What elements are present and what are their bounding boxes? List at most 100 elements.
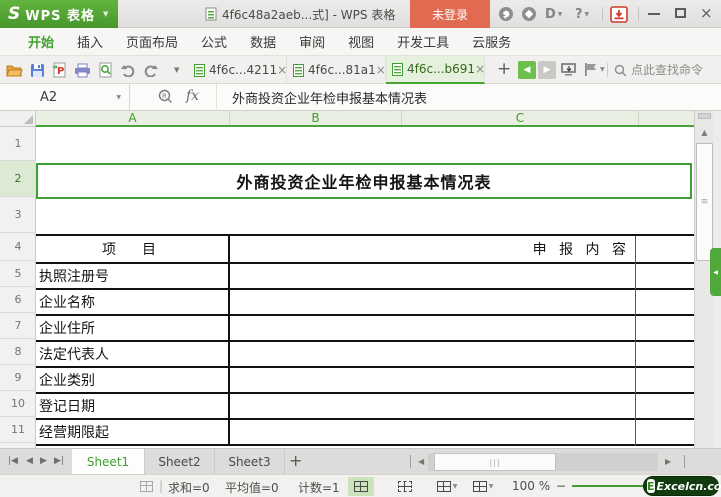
cell-content-header[interactable]: 申 报 内 容: [230, 236, 694, 262]
cell-value[interactable]: [230, 342, 694, 366]
zoom-out-button[interactable]: −: [556, 479, 566, 493]
export-pdf-icon[interactable]: P: [52, 62, 67, 78]
split-handle[interactable]: [698, 113, 711, 119]
cell-value[interactable]: [230, 368, 694, 392]
tab-home[interactable]: 开始: [28, 32, 54, 51]
flag-menu-icon[interactable]: ▼: [584, 62, 605, 77]
row-header-11[interactable]: 11: [0, 417, 36, 443]
cell-label[interactable]: 法定代表人: [36, 342, 230, 366]
close-icon[interactable]: ×: [277, 63, 287, 77]
last-sheet-icon[interactable]: ▶|: [54, 456, 64, 466]
magnifier-icon[interactable]: R: [158, 89, 173, 108]
cell-label[interactable]: 企业名称: [36, 290, 230, 314]
cell-label[interactable]: 企业住所: [36, 316, 230, 340]
print-icon[interactable]: [74, 63, 91, 78]
cell-value[interactable]: [230, 394, 694, 418]
close-icon[interactable]: ×: [475, 62, 485, 76]
column-header-c[interactable]: C: [402, 111, 639, 125]
document-tab-3-active[interactable]: 4f6c...b691 ×: [386, 56, 485, 84]
document-tab-2[interactable]: 4f6c...81a1 ×: [287, 56, 386, 84]
fullscreen-view-button[interactable]: ▼: [466, 477, 500, 496]
minimize-button[interactable]: [648, 13, 660, 15]
tab-page-layout[interactable]: 页面布局: [126, 32, 178, 51]
command-search[interactable]: [614, 60, 716, 80]
chevron-down-icon[interactable]: ▼: [116, 94, 121, 101]
chevron-down-icon[interactable]: ▼: [103, 10, 108, 18]
tab-data[interactable]: 数据: [250, 32, 276, 51]
horizontal-scroll-thumb[interactable]: |||: [434, 453, 556, 471]
tab-insert[interactable]: 插入: [77, 32, 103, 51]
document-tab-1[interactable]: 4f6c...4211 ×: [188, 56, 287, 84]
tab-cloud[interactable]: 云服务: [472, 32, 511, 51]
maximize-button[interactable]: [675, 8, 686, 18]
cell-value[interactable]: [230, 316, 694, 340]
toolbar-customize-chevron-icon[interactable]: ▼: [174, 66, 179, 74]
scroll-up-icon[interactable]: ▲: [695, 123, 714, 141]
prev-sheet-icon[interactable]: ◀: [26, 456, 33, 466]
download-update-icon[interactable]: [610, 5, 628, 23]
row-header-1[interactable]: 1: [0, 127, 36, 161]
row-header-6[interactable]: 6: [0, 287, 36, 313]
cell-label[interactable]: 企业类别: [36, 368, 230, 392]
column-header-a[interactable]: A: [36, 111, 230, 125]
tab-review[interactable]: 审阅: [299, 32, 325, 51]
search-input[interactable]: [631, 63, 715, 77]
zoom-slider[interactable]: [572, 485, 650, 487]
settings-icon[interactable]: [521, 6, 537, 22]
cell-label[interactable]: 经营期限起: [36, 420, 230, 444]
scroll-left-icon[interactable]: ◀: [418, 457, 424, 466]
row-header-10[interactable]: 10: [0, 391, 36, 417]
cell-item-header[interactable]: 项 目: [36, 236, 230, 262]
select-all-corner[interactable]: [0, 111, 36, 127]
cell-value[interactable]: [230, 420, 694, 444]
skin-menu-icon[interactable]: D ▼: [545, 6, 562, 22]
share-play-icon[interactable]: [560, 62, 577, 81]
print-preview-icon[interactable]: [98, 62, 113, 78]
formula-input[interactable]: 外商投资企业年检申报基本情况表: [216, 84, 721, 110]
page-layout-view-button[interactable]: ▼: [430, 477, 464, 496]
cell-value[interactable]: [230, 290, 694, 314]
selected-cell-a2[interactable]: 外商投资企业年检申报基本情况表: [36, 163, 692, 199]
open-file-icon[interactable]: [6, 63, 23, 77]
tab-scroll-right-button[interactable]: ▶: [538, 61, 556, 79]
help-menu-icon[interactable]: ? ▼: [575, 6, 589, 22]
page-break-view-button[interactable]: [392, 477, 418, 496]
task-pane-toggle[interactable]: ◀: [710, 248, 721, 296]
cell-label[interactable]: 登记日期: [36, 394, 230, 418]
close-icon[interactable]: ×: [376, 63, 386, 77]
close-button[interactable]: ×: [700, 4, 713, 22]
cell-label[interactable]: 执照注册号: [36, 264, 230, 288]
row-header-8[interactable]: 8: [0, 339, 36, 365]
row-header-4[interactable]: 4: [0, 233, 36, 261]
row-header-5[interactable]: 5: [0, 261, 36, 287]
sheet-tab-sheet1[interactable]: Sheet1: [72, 449, 145, 474]
tab-developer[interactable]: 开发工具: [397, 32, 449, 51]
redo-icon[interactable]: [143, 63, 159, 77]
scroll-right-icon[interactable]: ▶: [665, 457, 671, 466]
column-header-b[interactable]: B: [230, 111, 402, 125]
row-header-2[interactable]: 2: [0, 161, 36, 197]
tab-scroll-left-button[interactable]: ◀: [518, 61, 536, 79]
row-header-9[interactable]: 9: [0, 365, 36, 391]
feedback-icon[interactable]: [498, 6, 514, 22]
wps-menu-button[interactable]: S WPS 表格 ▼: [0, 0, 118, 28]
sheet-tab-sheet2[interactable]: Sheet2: [145, 449, 215, 474]
next-sheet-icon[interactable]: ▶: [40, 456, 47, 466]
tab-formulas[interactable]: 公式: [201, 32, 227, 51]
name-box[interactable]: A2 ▼: [0, 84, 130, 110]
insert-function-button[interactable]: fx: [186, 88, 199, 104]
new-document-tab-button[interactable]: +: [497, 59, 511, 79]
horizontal-scrollbar[interactable]: |||: [428, 453, 658, 471]
row-header-3[interactable]: 3: [0, 197, 36, 233]
add-sheet-button[interactable]: +: [289, 451, 302, 470]
vertical-scroll-thumb[interactable]: ≡: [696, 143, 713, 261]
first-sheet-icon[interactable]: |◀: [8, 456, 18, 466]
row-header-7[interactable]: 7: [0, 313, 36, 339]
undo-icon[interactable]: [120, 63, 136, 77]
tab-view[interactable]: 视图: [348, 32, 374, 51]
normal-view-button[interactable]: [348, 477, 374, 496]
login-button[interactable]: 未登录: [410, 0, 490, 28]
sheet-tab-sheet3[interactable]: Sheet3: [215, 449, 285, 474]
cell-value[interactable]: [230, 264, 694, 288]
save-icon[interactable]: [30, 63, 45, 78]
